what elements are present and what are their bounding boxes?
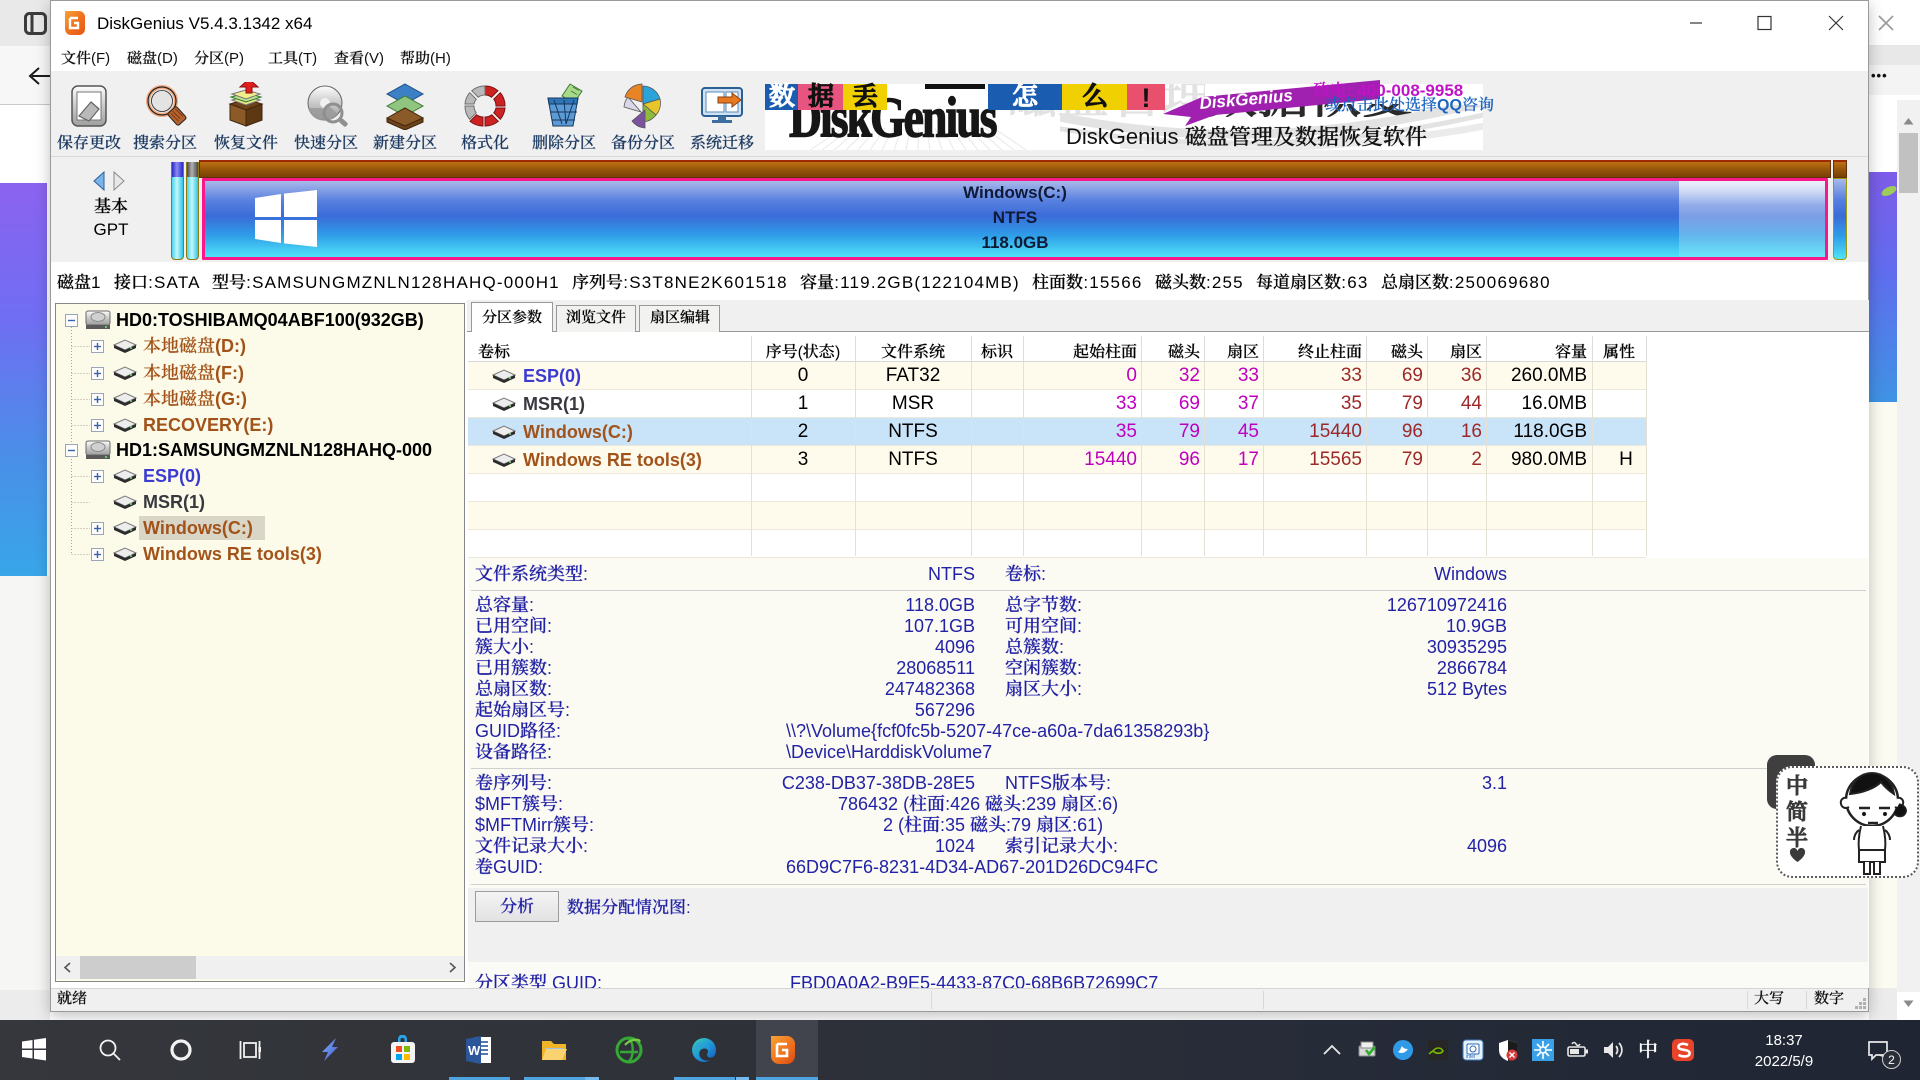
svg-text:DiskGenius: DiskGenius (1199, 86, 1294, 113)
svg-text:W: W (468, 1043, 481, 1058)
svg-text:intel: intel (1466, 1054, 1475, 1060)
